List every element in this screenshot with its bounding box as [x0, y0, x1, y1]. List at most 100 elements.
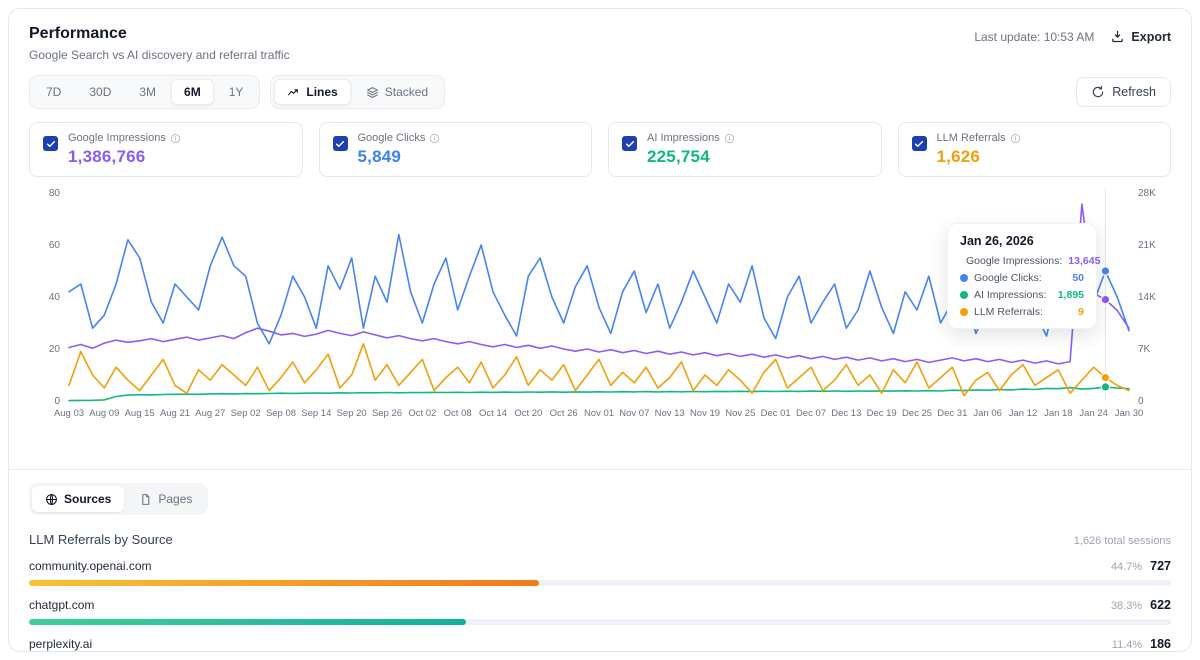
metric-value: 225,754 — [647, 147, 735, 167]
metric-card-ai-impressions[interactable]: AI Impressions 225,754 — [608, 122, 882, 177]
sources-header: LLM Referrals by Source 1,626 total sess… — [29, 532, 1171, 547]
x-axis-tick: Aug 03 — [54, 408, 84, 419]
source-row[interactable]: perplexity.ai 11.4% 186 — [29, 637, 1171, 652]
header-meta: Last update: 10:53 AM Export — [974, 29, 1171, 44]
section-divider — [9, 469, 1191, 470]
source-row-top: perplexity.ai 11.4% 186 — [29, 637, 1171, 651]
info-icon — [170, 133, 181, 144]
trend-line-icon — [287, 86, 300, 99]
chart-tooltip: Jan 26, 2026 Google Impressions: 13,645 … — [947, 223, 1097, 329]
performance-chart[interactable]: 02040608007K14K21K28KAug 03Aug 09Aug 15A… — [29, 185, 1171, 423]
hover-dot — [1101, 267, 1109, 275]
left-axis-tick: 60 — [49, 240, 61, 251]
header: Performance Google Search vs AI discover… — [29, 25, 1171, 62]
dashboard-card: Performance Google Search vs AI discover… — [8, 8, 1192, 652]
x-axis-tick: Oct 14 — [479, 408, 507, 419]
left-axis-tick: 40 — [49, 292, 61, 303]
tooltip-value: 50 — [1072, 272, 1084, 284]
source-row-top: chatgpt.com 38.3% 622 — [29, 598, 1171, 612]
x-axis-tick: Dec 25 — [902, 408, 932, 419]
view-lines[interactable]: Lines — [274, 79, 350, 105]
metric-body: LLM Referrals 1,626 — [937, 132, 1021, 167]
metric-card-llm-referrals[interactable]: LLM Referrals 1,626 — [898, 122, 1172, 177]
tooltip-row: AI Impressions: 1,895 — [960, 289, 1084, 301]
metric-label-row: AI Impressions — [647, 132, 735, 144]
refresh-button[interactable]: Refresh — [1076, 77, 1171, 107]
total-sessions: 1,626 total sessions — [1074, 535, 1171, 547]
source-count: 186 — [1150, 637, 1171, 651]
tooltip-label: Google Impressions: — [966, 255, 1062, 267]
metric-label: Google Impressions — [68, 132, 166, 144]
source-bar-fill — [29, 619, 466, 625]
metric-body: Google Impressions 1,386,766 — [68, 132, 181, 167]
metric-label-row: LLM Referrals — [937, 132, 1021, 144]
download-icon — [1110, 29, 1125, 44]
refresh-icon — [1091, 85, 1105, 99]
left-controls: 7D 30D 3M 6M 1Y Lines Stacked — [29, 75, 445, 109]
source-percent: 11.4% — [1112, 639, 1142, 651]
tooltip-date: Jan 26, 2026 — [960, 234, 1084, 248]
source-count: 727 — [1150, 559, 1171, 573]
x-axis-tick: Dec 01 — [761, 408, 791, 419]
metric-card-google-clicks[interactable]: Google Clicks 5,849 — [319, 122, 593, 177]
last-update-text: Last update: 10:53 AM — [974, 30, 1094, 44]
tooltip-label: Google Clicks: — [974, 272, 1066, 284]
source-name: community.openai.com — [29, 559, 152, 573]
view-lines-label: Lines — [306, 85, 337, 99]
controls-row: 7D 30D 3M 6M 1Y Lines Stacked — [29, 75, 1171, 109]
tooltip-row: Google Clicks: 50 — [960, 272, 1084, 284]
tab-pages[interactable]: Pages — [126, 486, 205, 512]
tooltip-label: AI Impressions: — [974, 289, 1052, 301]
checkbox-checked-icon[interactable] — [912, 136, 927, 151]
tooltip-row: Google Impressions: 13,645 — [960, 255, 1084, 267]
metric-label: LLM Referrals — [937, 132, 1006, 144]
source-name: perplexity.ai — [29, 637, 92, 651]
x-axis-tick: Nov 19 — [690, 408, 720, 419]
source-row[interactable]: community.openai.com 44.7% 727 — [29, 559, 1171, 586]
x-axis-tick: Aug 27 — [195, 408, 225, 419]
right-axis-tick: 0 — [1138, 396, 1144, 407]
source-bar-fill — [29, 580, 539, 586]
x-axis-tick: Oct 08 — [444, 408, 472, 419]
range-7d[interactable]: 7D — [33, 79, 74, 105]
tab-group: Sources Pages — [29, 483, 208, 515]
metric-card-google-impressions[interactable]: Google Impressions 1,386,766 — [29, 122, 303, 177]
view-toggle: Lines Stacked — [270, 75, 445, 109]
source-row-top: community.openai.com 44.7% 727 — [29, 559, 1171, 573]
x-axis-tick: Sep 26 — [372, 408, 402, 419]
source-row[interactable]: chatgpt.com 38.3% 622 — [29, 598, 1171, 625]
export-label: Export — [1131, 30, 1171, 44]
left-axis-tick: 0 — [54, 396, 60, 407]
view-stacked-label: Stacked — [385, 85, 428, 99]
range-30d[interactable]: 30D — [76, 79, 124, 105]
series-dot — [960, 308, 968, 316]
range-3m[interactable]: 3M — [126, 79, 169, 105]
x-axis-tick: Jan 18 — [1044, 408, 1073, 419]
checkbox-checked-icon[interactable] — [333, 136, 348, 151]
range-6m[interactable]: 6M — [171, 79, 214, 105]
range-1y[interactable]: 1Y — [216, 79, 257, 105]
checkbox-checked-icon[interactable] — [43, 136, 58, 151]
x-axis-tick: Jan 12 — [1009, 408, 1038, 419]
source-percent: 38.3% — [1111, 600, 1142, 612]
source-stats: 44.7% 727 — [1111, 559, 1171, 573]
metric-value: 1,626 — [937, 147, 1021, 167]
page-title: Performance — [29, 25, 290, 43]
metric-label: AI Impressions — [647, 132, 720, 144]
tab-sources[interactable]: Sources — [32, 486, 124, 512]
metric-label-row: Google Clicks — [358, 132, 441, 144]
hover-dot — [1101, 295, 1109, 303]
source-count: 622 — [1150, 598, 1171, 612]
metric-cards: Google Impressions 1,386,766 Google Clic… — [29, 122, 1171, 177]
source-bar-track — [29, 580, 1171, 586]
checkbox-checked-icon[interactable] — [622, 136, 637, 151]
right-axis-tick: 7K — [1138, 344, 1151, 355]
tabs-row: Sources Pages — [29, 483, 1171, 515]
export-button[interactable]: Export — [1110, 29, 1171, 44]
sources-title: LLM Referrals by Source — [29, 532, 173, 547]
x-axis-tick: Nov 01 — [584, 408, 614, 419]
x-axis-tick: Sep 14 — [301, 408, 331, 419]
x-axis-tick: Nov 07 — [619, 408, 649, 419]
view-stacked[interactable]: Stacked — [353, 79, 441, 105]
metric-value: 1,386,766 — [68, 147, 181, 167]
